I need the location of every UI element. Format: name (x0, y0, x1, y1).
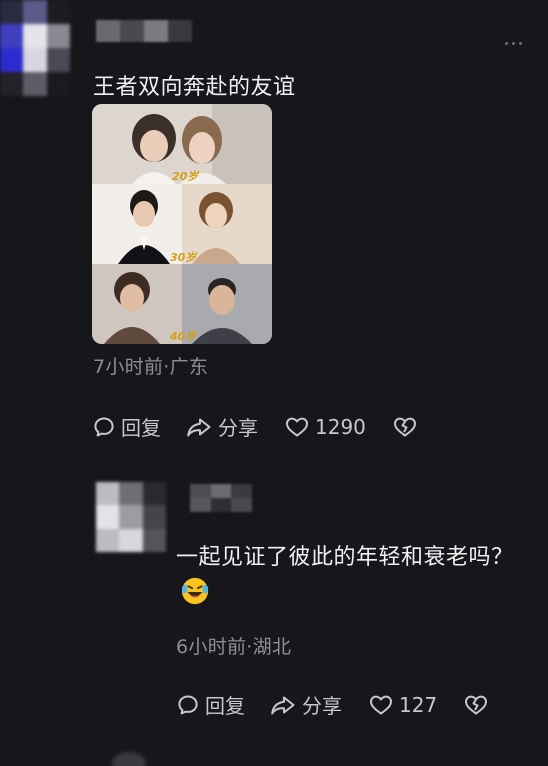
share-button[interactable]: 分享 (269, 690, 342, 719)
broken-heart-icon (393, 417, 416, 436)
comment-thread: 王者双向奔赴的友谊 20岁 30岁 40岁 7小时前·广东 回复 分享 1290… (0, 0, 548, 766)
like-count: 127 (399, 692, 438, 717)
like-count: 1290 (315, 414, 366, 439)
share-button[interactable]: 分享 (185, 412, 258, 441)
broken-heart-icon (465, 695, 488, 714)
speech-bubble-icon (178, 695, 198, 714)
avatar-redacted[interactable] (0, 0, 70, 96)
reply-text: 一起见证了彼此的年轻和衰老吗？ (176, 545, 514, 570)
share-label: 分享 (302, 694, 342, 718)
comment-photo[interactable]: 20岁 30岁 40岁 (92, 104, 272, 344)
more-dots-icon (504, 41, 508, 45)
dislike-button[interactable] (463, 693, 489, 717)
reply-comment-text: 一起见证了彼此的年轻和衰老吗？ (176, 540, 526, 612)
reply-actions: 回复 分享 127 (176, 690, 489, 719)
age-collage-image: 20岁 30岁 40岁 (92, 104, 272, 344)
share-arrow-icon (271, 696, 295, 714)
like-button[interactable]: 1290 (284, 415, 366, 439)
reply-label: 回复 (121, 416, 161, 440)
reply-button[interactable]: 回复 (92, 412, 161, 441)
next-avatar-partial[interactable] (112, 752, 146, 766)
comment-meta: 7小时前·广东 (93, 356, 209, 378)
reply-avatar-redacted[interactable] (96, 482, 166, 552)
age-label-30: 30岁 (170, 251, 198, 264)
reply-button[interactable]: 回复 (176, 690, 245, 719)
speech-bubble-icon (94, 417, 114, 436)
reply-label: 回复 (205, 694, 245, 718)
reply-meta: 6小时前·湖北 (176, 636, 292, 658)
age-label-20: 20岁 (172, 170, 200, 183)
share-label: 分享 (218, 416, 258, 440)
username-redacted[interactable] (96, 20, 192, 42)
comment-text: 王者双向奔赴的友谊 (93, 75, 296, 100)
heart-outline-icon (370, 695, 392, 714)
rolling-on-floor-laughing-icon (181, 577, 209, 605)
like-button[interactable]: 127 (368, 693, 437, 717)
age-label-40: 40岁 (169, 330, 198, 343)
dislike-button[interactable] (392, 415, 418, 439)
heart-outline-icon (286, 417, 308, 436)
reply-username-redacted[interactable] (190, 484, 252, 512)
comment-actions: 回复 分享 1290 (92, 412, 418, 441)
share-arrow-icon (187, 418, 211, 436)
more-options-button[interactable] (500, 36, 526, 50)
